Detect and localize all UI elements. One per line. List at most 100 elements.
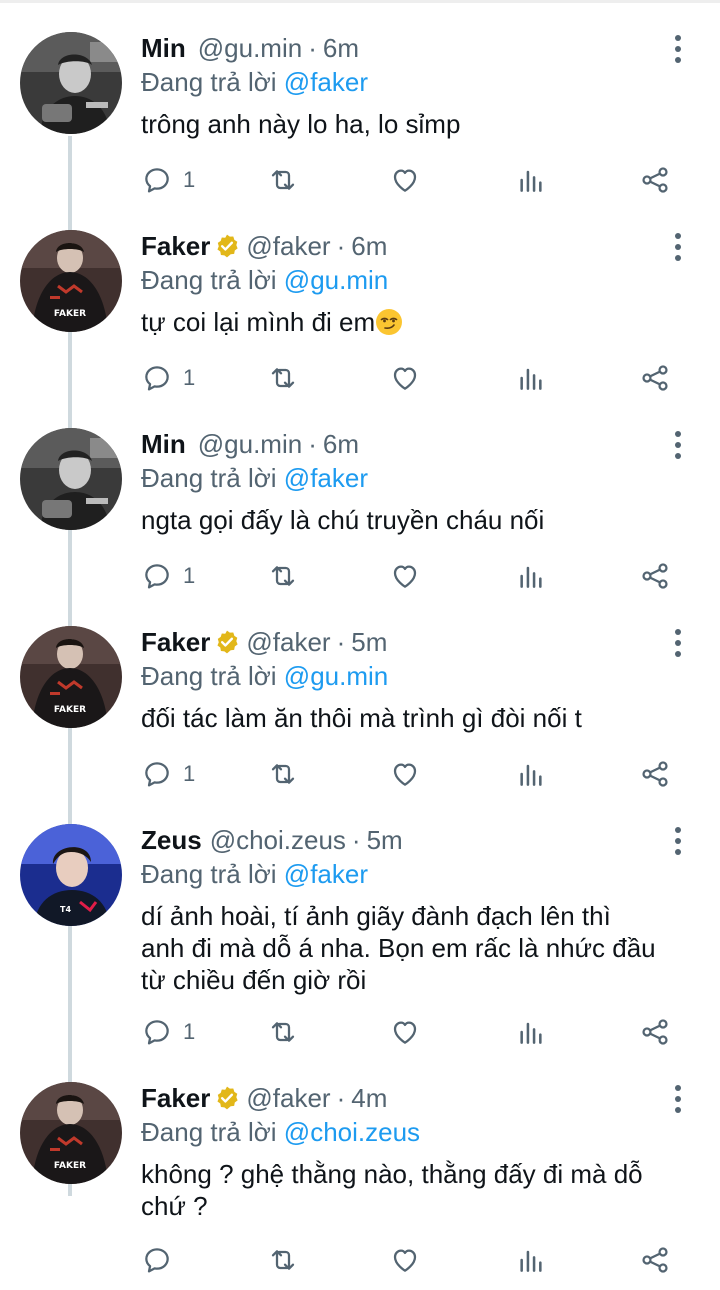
heart-icon: [389, 362, 421, 394]
avatar[interactable]: [20, 626, 122, 728]
avatar[interactable]: [20, 230, 122, 332]
views-button[interactable]: [515, 754, 547, 794]
heart-icon: [389, 1016, 421, 1048]
display-name[interactable]: Min: [141, 428, 186, 460]
display-name[interactable]: Faker: [141, 626, 210, 658]
retweet-button[interactable]: [267, 160, 299, 200]
reply-count: 1: [183, 563, 196, 588]
views-button[interactable]: [515, 358, 547, 398]
avatar[interactable]: [20, 824, 122, 926]
views-icon: [515, 362, 547, 394]
reply-count: 1: [183, 365, 196, 390]
user-handle[interactable]: @gu.min: [198, 32, 302, 64]
mention-link[interactable]: @gu.min: [284, 265, 388, 295]
reply-button[interactable]: 1: [141, 160, 195, 200]
timestamp[interactable]: 5m: [351, 626, 387, 658]
retweet-button[interactable]: [267, 556, 299, 596]
replying-to: Đang trả lời @faker: [141, 463, 368, 493]
timestamp[interactable]: 6m: [323, 428, 359, 460]
views-button[interactable]: [515, 160, 547, 200]
views-icon: [515, 758, 547, 790]
more-options-icon[interactable]: [668, 824, 688, 858]
share-icon: [639, 1016, 671, 1048]
tweet-text: đối tác làm ăn thôi mà trình gì đòi nối …: [141, 703, 582, 733]
display-name[interactable]: Faker: [141, 1082, 210, 1114]
share-button[interactable]: [639, 160, 671, 200]
reply-button[interactable]: 1: [141, 358, 195, 398]
retweet-icon: [267, 758, 299, 790]
user-handle[interactable]: @faker: [246, 626, 330, 658]
like-button[interactable]: [389, 160, 421, 200]
reply-button[interactable]: 1: [141, 1012, 195, 1052]
reply-icon: [141, 164, 173, 196]
reply-icon: [141, 1244, 173, 1276]
separator: ·: [308, 33, 317, 63]
user-handle[interactable]: @faker: [246, 1082, 330, 1114]
like-button[interactable]: [389, 1012, 421, 1052]
mention-link[interactable]: @choi.zeus: [284, 1117, 420, 1147]
heart-icon: [389, 560, 421, 592]
share-button[interactable]: [639, 556, 671, 596]
display-name[interactable]: Min: [141, 32, 186, 64]
action-bar: 1: [141, 358, 681, 398]
timestamp[interactable]: 6m: [351, 230, 387, 262]
like-button[interactable]: [389, 1240, 421, 1280]
replying-to: Đang trả lời @faker: [141, 67, 368, 97]
display-name[interactable]: Faker: [141, 230, 210, 262]
separator: ·: [351, 825, 361, 855]
timestamp[interactable]: 4m: [351, 1082, 387, 1114]
retweet-icon: [267, 1016, 299, 1048]
reply-count: 1: [183, 167, 196, 192]
tweet-text: trông anh này lo ha, lo sỉmp: [141, 109, 461, 139]
more-options-icon[interactable]: [668, 32, 688, 66]
share-button[interactable]: [639, 1012, 671, 1052]
avatar[interactable]: [20, 1082, 122, 1184]
views-icon: [515, 1016, 547, 1048]
mention-link[interactable]: @faker: [284, 463, 368, 493]
views-button[interactable]: [515, 556, 547, 596]
more-options-icon[interactable]: [668, 230, 688, 264]
share-button[interactable]: [639, 358, 671, 398]
user-handle[interactable]: @choi.zeus: [210, 824, 346, 856]
reply-button[interactable]: 1: [141, 556, 195, 596]
reply-button[interactable]: 1: [141, 754, 195, 794]
share-button[interactable]: [639, 754, 671, 794]
display-name[interactable]: Zeus: [141, 824, 202, 856]
retweet-button[interactable]: [267, 1240, 299, 1280]
user-handle[interactable]: @faker: [246, 230, 330, 262]
reply-button[interactable]: [141, 1240, 183, 1280]
retweet-button[interactable]: [267, 754, 299, 794]
views-button[interactable]: [515, 1012, 547, 1052]
reply-icon: [141, 362, 173, 394]
share-icon: [639, 560, 671, 592]
retweet-button[interactable]: [267, 358, 299, 398]
mention-link[interactable]: @faker: [284, 67, 368, 97]
views-icon: [515, 1244, 547, 1276]
mention-link[interactable]: @gu.min: [284, 661, 388, 691]
smirk-emoji-icon: [376, 309, 403, 335]
reply-count: 1: [183, 761, 196, 786]
mention-link[interactable]: @faker: [284, 859, 368, 889]
top-divider: [0, 0, 720, 3]
verified-badge-icon: [214, 1085, 240, 1111]
more-options-icon[interactable]: [668, 428, 688, 462]
user-handle[interactable]: @gu.min: [198, 428, 302, 460]
views-button[interactable]: [515, 1240, 547, 1280]
share-button[interactable]: [639, 1240, 671, 1280]
avatar[interactable]: [20, 32, 122, 134]
retweet-button[interactable]: [267, 1012, 299, 1052]
like-button[interactable]: [389, 358, 421, 398]
retweet-icon: [267, 362, 299, 394]
reply-icon: [141, 1016, 173, 1048]
like-button[interactable]: [389, 556, 421, 596]
more-options-icon[interactable]: [668, 1082, 688, 1116]
heart-icon: [389, 164, 421, 196]
retweet-icon: [267, 164, 299, 196]
separator: ·: [308, 429, 317, 459]
replying-to: Đang trả lời @gu.min: [141, 265, 389, 295]
avatar[interactable]: [20, 428, 122, 530]
timestamp[interactable]: 6m: [323, 32, 359, 64]
like-button[interactable]: [389, 754, 421, 794]
more-options-icon[interactable]: [668, 626, 688, 660]
timestamp[interactable]: 5m: [367, 824, 403, 856]
